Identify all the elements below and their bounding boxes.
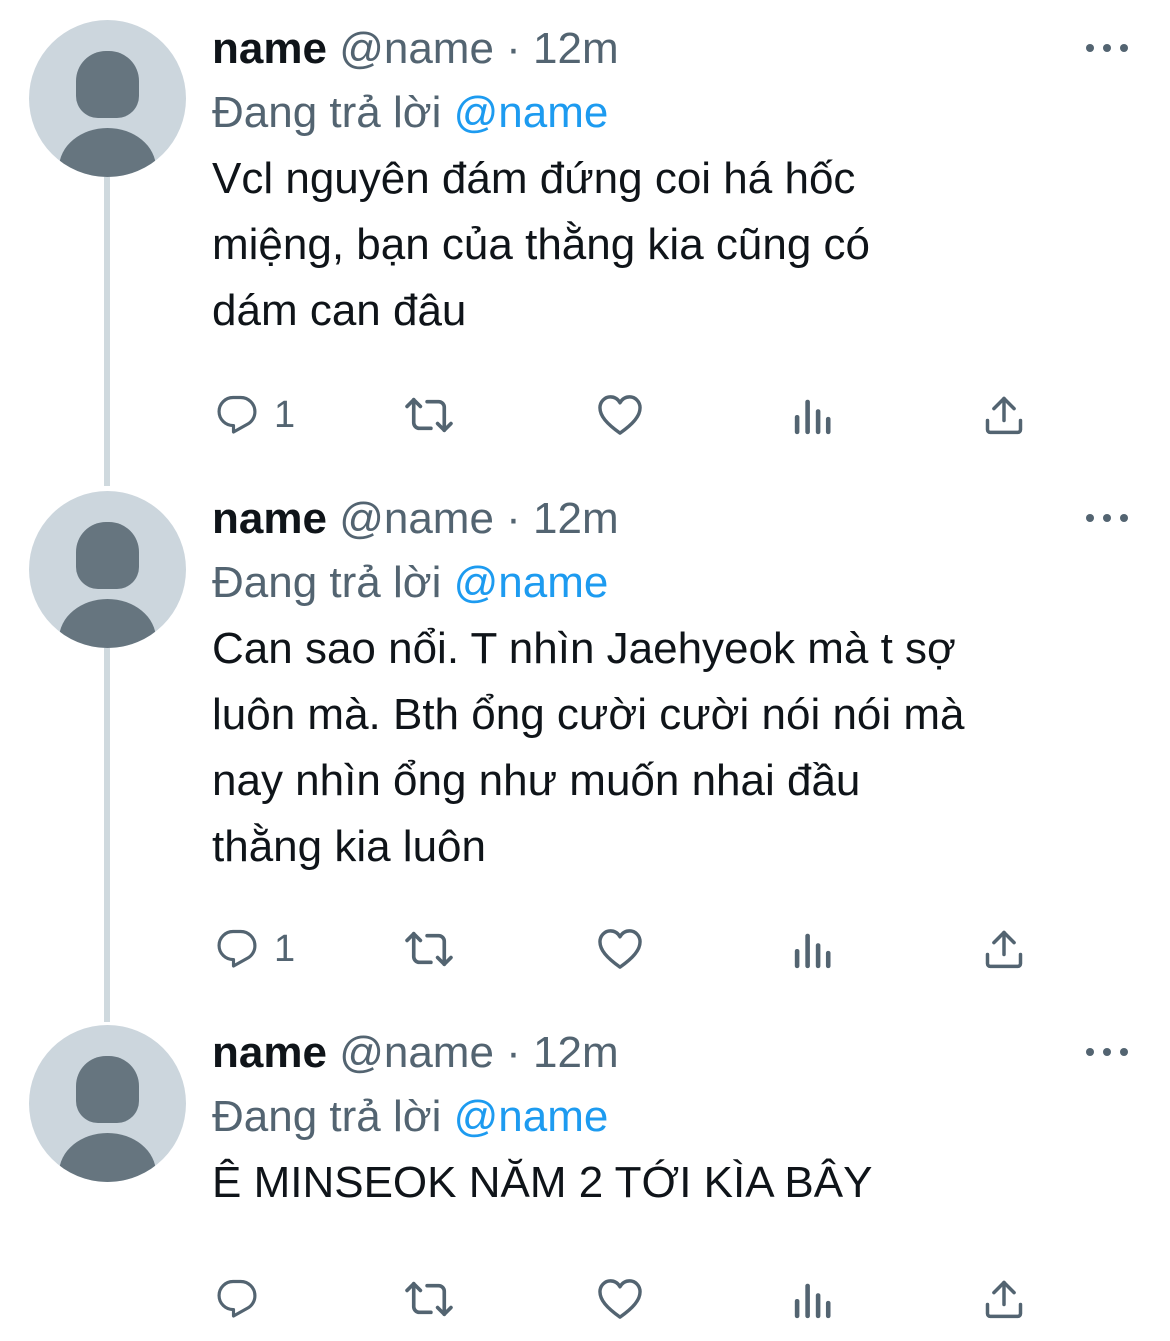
retweet-button[interactable] (402, 924, 456, 974)
reply-count: 1 (274, 927, 296, 970)
timestamp[interactable]: 12m (533, 494, 619, 543)
reply-context: Đang trả lời @name (212, 86, 608, 140)
reply-mention[interactable]: @name (454, 1092, 609, 1141)
more-icon[interactable] (1086, 512, 1128, 524)
retweet-button[interactable] (402, 1274, 456, 1324)
action-bar: 1 (212, 390, 1042, 440)
views-button[interactable] (792, 1274, 832, 1324)
reply-icon (216, 1278, 258, 1320)
reply-mention[interactable]: @name (454, 558, 609, 607)
avatar-shoulders (59, 128, 156, 177)
timestamp[interactable]: 12m (533, 24, 619, 73)
share-icon (982, 393, 1026, 437)
avatar[interactable] (29, 491, 186, 648)
avatar-shoulders (59, 1133, 156, 1182)
display-name[interactable]: name (212, 494, 327, 543)
like-button[interactable] (597, 390, 643, 440)
share-icon (982, 927, 1026, 971)
separator: · (506, 494, 521, 543)
tweet-text: Ê MINSEOK NĂM 2 TỚI KÌA BÂY (212, 1158, 873, 1207)
user-handle[interactable]: @name (339, 1028, 494, 1077)
reply-count: 1 (274, 393, 296, 436)
tweet[interactable]: name @name · 12m Đang trả lời @name Vcl … (0, 0, 1170, 470)
avatar-head (76, 1056, 139, 1123)
tweet[interactable]: name @name · 12m Đang trả lời @name Ê MI… (0, 1004, 1170, 1341)
share-button[interactable] (982, 390, 1026, 440)
reply-prefix: Đang trả lời (212, 558, 442, 607)
heart-icon (597, 1278, 643, 1320)
avatar[interactable] (29, 1025, 186, 1182)
share-button[interactable] (982, 924, 1026, 974)
retweet-button[interactable] (402, 390, 456, 440)
avatar-head (76, 51, 139, 118)
reply-context: Đang trả lời @name (212, 556, 608, 610)
tweet-header: name @name · 12m (212, 1026, 619, 1080)
reply-prefix: Đang trả lời (212, 88, 442, 137)
retweet-icon (402, 1278, 456, 1320)
reply-button[interactable]: 1 (216, 924, 295, 974)
views-button[interactable] (792, 924, 832, 974)
tweet-header: name @name · 12m (212, 22, 619, 76)
share-button[interactable] (982, 1274, 1026, 1324)
action-bar: 1 (212, 924, 1042, 974)
reply-context: Đang trả lời @name (212, 1090, 608, 1144)
user-handle[interactable]: @name (339, 494, 494, 543)
display-name[interactable]: name (212, 24, 327, 73)
views-icon (792, 394, 832, 436)
views-icon (792, 1278, 832, 1320)
tweet[interactable]: name @name · 12m Đang trả lời @name Can … (0, 470, 1170, 1004)
display-name[interactable]: name (212, 1028, 327, 1077)
reply-button[interactable]: 1 (216, 390, 295, 440)
more-icon[interactable] (1086, 1046, 1128, 1058)
user-handle[interactable]: @name (339, 24, 494, 73)
tweet-header: name @name · 12m (212, 492, 619, 546)
reply-mention[interactable]: @name (454, 88, 609, 137)
reply-icon (216, 394, 258, 436)
timestamp[interactable]: 12m (533, 1028, 619, 1077)
separator: · (506, 1028, 521, 1077)
action-bar (212, 1274, 1042, 1324)
more-icon[interactable] (1086, 42, 1128, 54)
heart-icon (597, 394, 643, 436)
views-button[interactable] (792, 390, 832, 440)
like-button[interactable] (597, 1274, 643, 1324)
reply-prefix: Đang trả lời (212, 1092, 442, 1141)
avatar-shoulders (59, 599, 156, 648)
share-icon (982, 1277, 1026, 1321)
reply-icon (216, 928, 258, 970)
retweet-icon (402, 394, 456, 436)
heart-icon (597, 928, 643, 970)
avatar[interactable] (29, 20, 186, 177)
retweet-icon (402, 928, 456, 970)
reply-button[interactable] (216, 1274, 274, 1324)
separator: · (506, 24, 521, 73)
avatar-head (76, 522, 139, 589)
views-icon (792, 928, 832, 970)
tweet-text: Can sao nổi. T nhìn Jaehyeok mà t sợ luô… (212, 624, 965, 871)
like-button[interactable] (597, 924, 643, 974)
tweet-text: Vcl nguyên đám đứng coi há hốc miệng, bạ… (212, 154, 871, 335)
